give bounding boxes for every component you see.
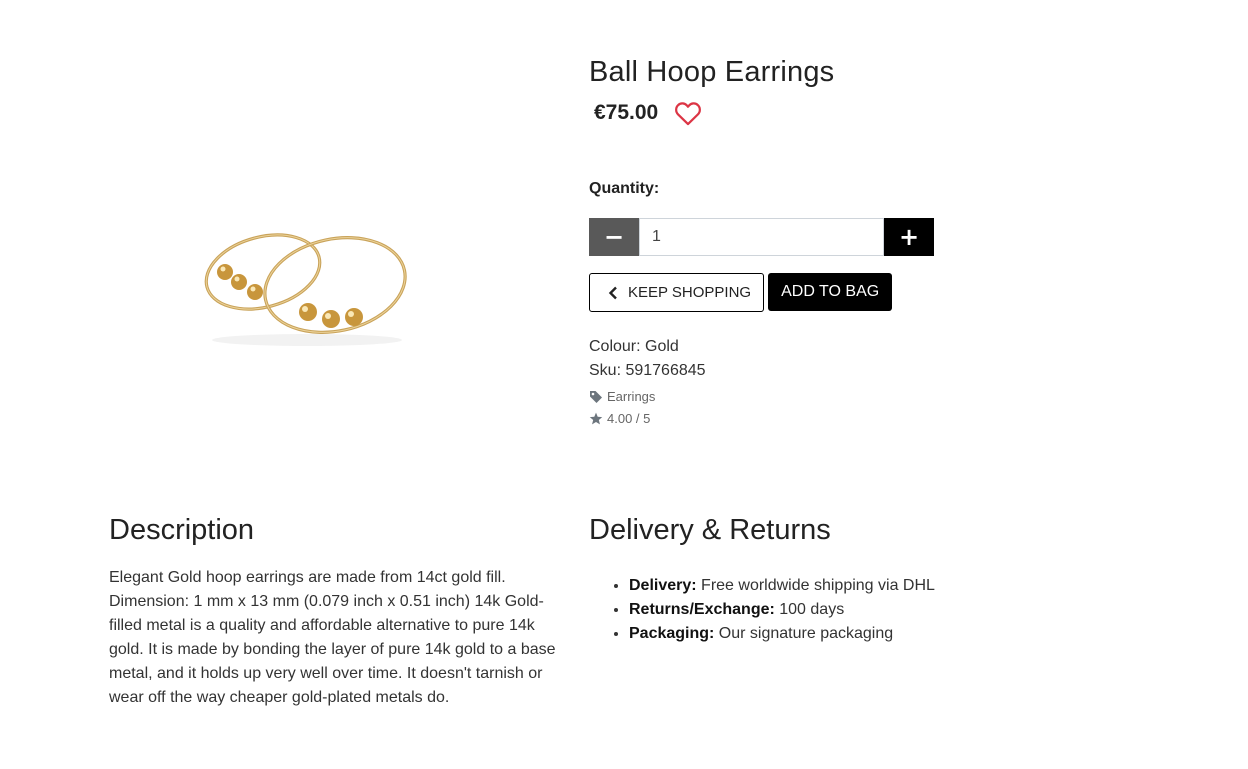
product-category[interactable]: Earrings — [589, 389, 655, 404]
packaging-label: Packaging: — [629, 625, 715, 642]
product-title: Ball Hoop Earrings — [589, 56, 835, 88]
product-sku: Sku: 591766845 — [589, 362, 706, 379]
list-item: Packaging: Our signature packaging — [629, 622, 935, 646]
tag-icon — [589, 390, 603, 403]
add-to-bag-button[interactable]: ADD TO BAG — [768, 273, 893, 311]
returns-label: Returns/Exchange: — [629, 601, 775, 618]
product-image — [195, 205, 420, 355]
chevron-left-icon — [608, 286, 618, 300]
description-heading: Description — [109, 514, 255, 546]
increment-button[interactable]: + — [884, 218, 934, 256]
heart-icon[interactable] — [674, 100, 702, 126]
list-item: Delivery: Free worldwide shipping via DH… — [629, 574, 935, 598]
action-buttons: KEEP SHOPPING ADD TO BAG — [589, 273, 893, 312]
product-price: €75.00 — [594, 101, 659, 124]
delivery-label: Delivery: — [629, 577, 697, 594]
star-icon — [589, 412, 603, 425]
plus-icon: + — [898, 223, 920, 251]
delivery-heading: Delivery & Returns — [589, 514, 831, 546]
description-text: Elegant Gold hoop earrings are made from… — [109, 569, 556, 706]
keep-shopping-label: KEEP SHOPPING — [628, 284, 752, 301]
minus-icon: − — [603, 223, 625, 251]
packaging-value: Our signature packaging — [714, 625, 894, 642]
decrement-button[interactable]: − — [589, 218, 639, 256]
keep-shopping-button[interactable]: KEEP SHOPPING — [589, 273, 765, 312]
quantity-label: Quantity: — [589, 180, 660, 197]
product-rating: 4.00 / 5 — [589, 411, 650, 426]
delivery-list: Delivery: Free worldwide shipping via DH… — [589, 574, 935, 646]
category-label: Earrings — [607, 389, 656, 404]
list-item: Returns/Exchange: 100 days — [629, 598, 935, 622]
quantity-stepper: − + — [589, 218, 934, 256]
price-row: €75.00 — [594, 100, 702, 126]
quantity-input[interactable] — [639, 218, 884, 256]
product-colour: Colour: Gold — [589, 338, 679, 355]
rating-value: 4.00 / 5 — [607, 411, 651, 426]
delivery-value: Free worldwide shipping via DHL — [696, 577, 935, 594]
returns-value: 100 days — [774, 601, 845, 618]
